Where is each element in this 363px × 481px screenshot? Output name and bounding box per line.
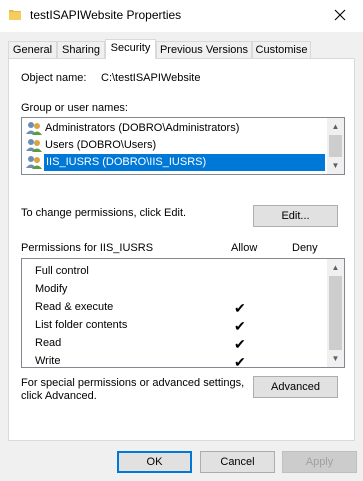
permission-name: Full control [35,265,89,277]
advanced-hint-line1: For special permissions or advanced sett… [21,377,245,389]
group-list-label: Group or user names: [21,102,128,114]
window-title: testISAPIWebsite Properties [30,8,182,22]
scroll-up-icon[interactable]: ▲ [327,118,344,135]
allow-checkmark-icon: ✔ [234,300,246,316]
selected-highlight: IIS_IUSRS (DOBRO\IIS_IUSRS) [44,154,325,171]
scroll-down-icon[interactable]: ▼ [327,157,344,174]
scroll-up-icon[interactable]: ▲ [327,259,344,276]
permission-name: Modify [35,283,68,295]
list-item[interactable]: Users (DOBRO\Users) [22,137,327,154]
permissions-list: Full control Modify Read & execute List … [21,258,345,370]
permission-name: Read [35,337,62,349]
list-item-selected[interactable]: IIS_IUSRS (DOBRO\IIS_IUSRS) [22,154,327,171]
folder-icon [9,10,21,20]
object-name-value: C:\testISAPIWebsite [101,72,201,84]
user-group-icon [26,139,42,152]
cancel-button[interactable]: Cancel [200,451,275,473]
scroll-thumb[interactable] [329,135,342,157]
scroll-thumb[interactable] [329,276,342,350]
ok-button[interactable]: OK [117,451,192,473]
permissions-scrollbar[interactable]: ▲ ▼ [327,259,344,367]
group-name: IIS_IUSRS (DOBRO\IIS_IUSRS) [46,156,207,168]
allow-checkmark-icon: ✔ [234,354,246,370]
permission-name: List folder contents [35,319,128,331]
deny-header: Deny [292,242,318,254]
list-item[interactable]: Administrators (DOBRO\Administrators) [22,120,327,137]
tab-sharing[interactable]: Sharing [57,41,105,58]
title-bar: testISAPIWebsite Properties [0,0,363,32]
tab-general[interactable]: General [8,41,57,58]
allow-header: Allow [231,242,258,254]
edit-button[interactable]: Edit... [253,205,338,227]
group-list[interactable]: Administrators (DOBRO\Administrators) Us… [21,117,345,175]
group-list-scrollbar[interactable]: ▲ ▼ [327,118,344,174]
change-permissions-hint: To change permissions, click Edit. [21,207,187,219]
permission-name: Read & execute [35,301,114,313]
allow-checkmark-icon: ✔ [234,318,246,334]
tab-previous-versions[interactable]: Previous Versions [156,41,252,58]
tab-security[interactable]: Security [105,39,156,59]
permission-name: Write [35,355,61,367]
user-group-icon [26,156,42,169]
close-icon[interactable] [334,9,346,21]
allow-checkmark-icon: ✔ [234,336,246,352]
advanced-hint-line2: click Advanced. [21,390,97,402]
group-name: Administrators (DOBRO\Administrators) [45,122,240,134]
security-panel: Object name: C:\testISAPIWebsite Group o… [8,58,355,441]
advanced-button[interactable]: Advanced [253,376,338,398]
scroll-down-icon[interactable]: ▼ [327,350,344,367]
apply-button[interactable]: Apply [282,451,357,473]
group-name: Users (DOBRO\Users) [45,139,157,151]
object-name-label: Object name: [21,72,87,84]
user-group-icon [26,122,42,135]
tab-customise[interactable]: Customise [252,41,311,58]
permissions-label: Permissions for IIS_IUSRS [21,242,154,254]
